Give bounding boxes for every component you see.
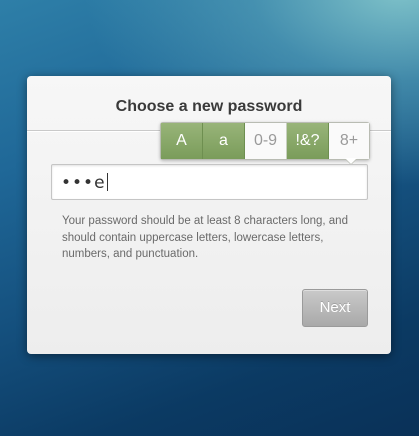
password-input[interactable]: •••e <box>51 164 368 200</box>
requirement-numbers: 0-9 <box>245 123 287 159</box>
password-dialog: Choose a new password A a 0-9 !&? 8+ •••… <box>27 76 391 354</box>
password-requirements: A a 0-9 !&? 8+ <box>160 122 370 160</box>
text-caret <box>106 173 108 191</box>
requirement-punctuation: !&? <box>287 123 329 159</box>
password-value: •••e <box>61 173 108 193</box>
password-hint: Your password should be at least 8 chara… <box>62 215 348 260</box>
dialog-title: Choose a new password <box>115 98 303 115</box>
requirement-length: 8+ <box>329 123 369 159</box>
password-masked-text: •••e <box>61 173 106 193</box>
requirement-lowercase: a <box>203 123 245 159</box>
next-button[interactable]: Next <box>302 289 368 327</box>
requirement-uppercase: A <box>161 123 203 159</box>
